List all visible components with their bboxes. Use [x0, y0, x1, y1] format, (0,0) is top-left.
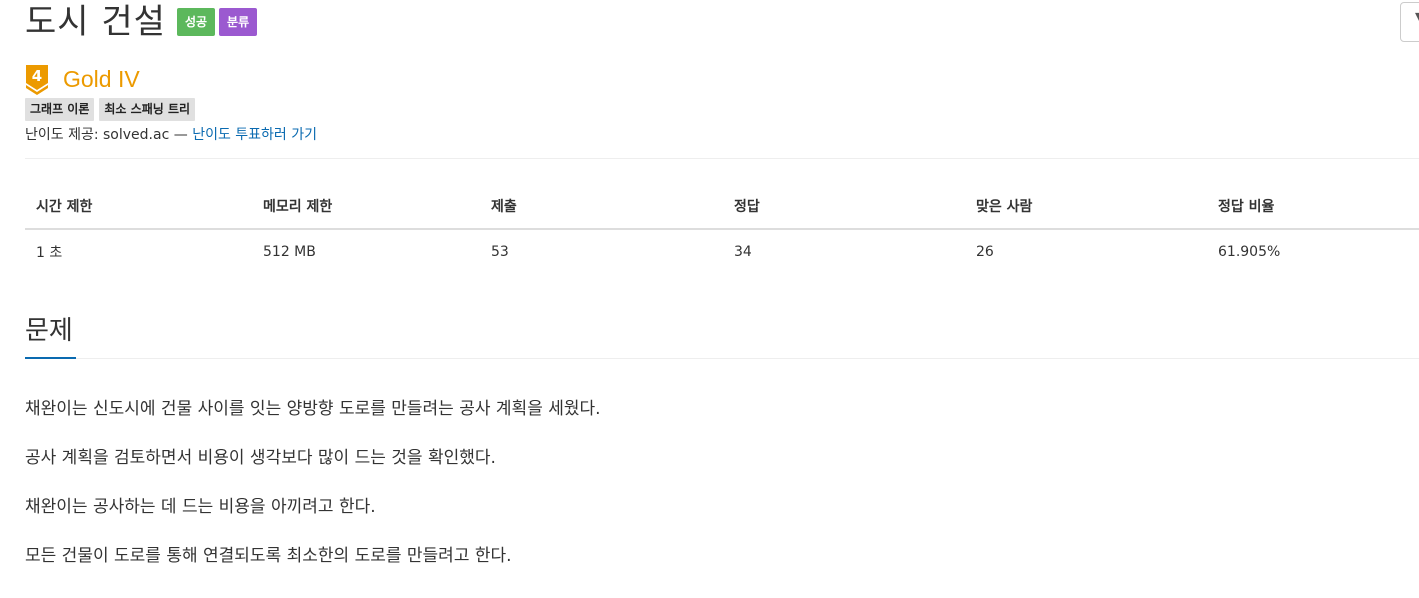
stats-value-row: 1 초 512 MB 53 34 26 61.905%	[25, 229, 1419, 273]
stats-header-accepted: 정답	[723, 183, 965, 230]
dropdown-button[interactable]: ▼	[1400, 2, 1419, 42]
stats-header-solvers: 맞은 사람	[965, 183, 1207, 230]
stats-header-submissions: 제출	[480, 183, 723, 230]
vote-difficulty-link[interactable]: 난이도 투표하러 가기	[192, 127, 317, 143]
stats-ratio: 61.905%	[1218, 243, 1281, 260]
tier-row: 4 Gold IV	[25, 63, 140, 95]
stats-solvers: 26	[976, 243, 994, 260]
algorithm-tags: 그래프 이론 최소 스패닝 트리	[25, 98, 200, 121]
description-paragraph: 모든 건물이 도로를 통해 연결되도록 최소한의 도로를 만들려고 한다.	[25, 546, 512, 566]
stats-memory-limit: 512 MB	[263, 243, 316, 260]
success-badge[interactable]: 성공	[176, 8, 216, 36]
chevron-down-icon: ▼	[1415, 10, 1419, 23]
tier-number: 4	[32, 67, 42, 85]
stats-table: 시간 제한 메모리 제한 제출 정답 맞은 사람 정답 비율 1 초 512 M…	[25, 183, 1419, 273]
divider	[25, 158, 1419, 159]
section-title: 문제	[25, 312, 76, 359]
description-paragraph: 공사 계획을 검토하면서 비용이 생각보다 많이 드는 것을 확인했다.	[25, 448, 496, 468]
gold-tier-icon: 4	[26, 65, 48, 95]
stats-accepted: 34	[734, 243, 752, 260]
tier-name[interactable]: Gold IV	[63, 65, 140, 93]
description-paragraph: 채완이는 공사하는 데 드는 비용을 아끼려고 한다.	[25, 497, 376, 517]
description-paragraph: 채완이는 신도시에 건물 사이를 잇는 양방향 도로를 만들려는 공사 계획을 …	[25, 399, 601, 419]
classify-badge[interactable]: 분류	[219, 8, 258, 36]
stats-time-limit: 1 초	[36, 244, 63, 261]
problem-section-header: 문제	[25, 310, 1419, 359]
problem-page: 도시 건설 성공 분류 ▼ 4 Gold IV 그래프 이론 최소 스패닝 트리…	[0, 0, 1419, 598]
problem-title: 도시 건설	[25, 2, 166, 42]
stats-header-ratio: 정답 비율	[1207, 183, 1419, 230]
problem-description: 채완이는 신도시에 건물 사이를 잇는 양방향 도로를 만들려는 공사 계획을 …	[25, 396, 601, 592]
stats-header-memory-limit: 메모리 제한	[252, 183, 480, 230]
stats-header-time-limit: 시간 제한	[25, 183, 252, 230]
stats-submissions: 53	[491, 243, 509, 260]
stats-header-row: 시간 제한 메모리 제한 제출 정답 맞은 사람 정답 비율	[25, 183, 1419, 230]
difficulty-credit: 난이도 제공: solved.ac — 난이도 투표하러 가기	[25, 125, 317, 145]
title-row: 도시 건설 성공 분류	[25, 0, 258, 44]
credit-text: 난이도 제공: solved.ac —	[25, 127, 188, 143]
algorithm-tag[interactable]: 최소 스패닝 트리	[99, 98, 196, 121]
algorithm-tag[interactable]: 그래프 이론	[25, 98, 95, 121]
